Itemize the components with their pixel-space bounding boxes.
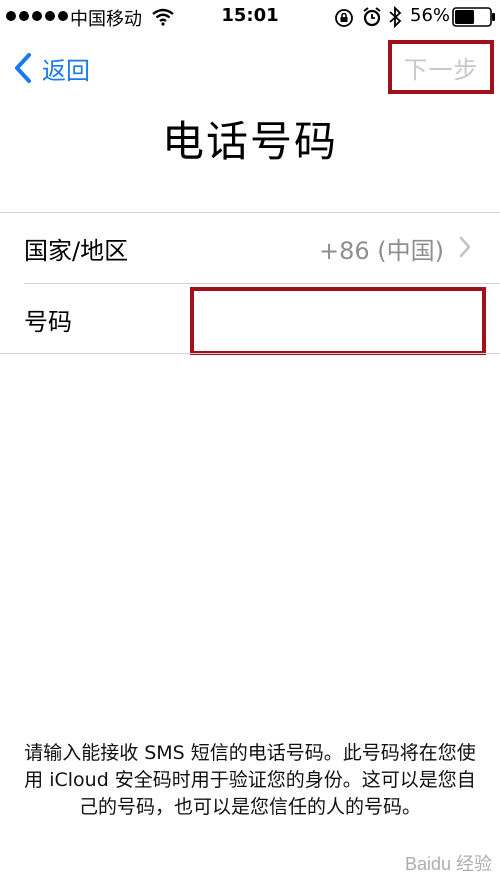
phone-number-label: 号码 (24, 308, 72, 336)
page-title: 电话号码 (161, 117, 338, 166)
next-button[interactable]: 下一步 (388, 40, 494, 94)
phone-number-input[interactable] (190, 287, 486, 355)
back-label: 返回 (42, 56, 90, 85)
battery-percent: 56% (410, 5, 451, 26)
status-bar: 中国移动 15:01 56% (0, 0, 500, 34)
country-region-row[interactable]: 国家/地区 +86 (中国) (0, 213, 500, 283)
chevron-left-icon (15, 53, 31, 83)
back-button[interactable]: 返回 (12, 48, 90, 88)
explanation-text: 请输入能接收 SMS 短信的电话号码。此号码将在您使用 iCloud 安全码时用… (24, 742, 476, 818)
next-label: 下一步 (403, 55, 479, 84)
country-code-value: +86 (中国) (318, 237, 444, 265)
chevron-right-icon (459, 236, 471, 258)
orientation-lock-icon (335, 9, 353, 27)
divider (0, 353, 500, 354)
watermark-logo: Baidu 经验 (404, 854, 492, 874)
alarm-icon (363, 7, 381, 27)
battery-icon (452, 7, 495, 27)
bluetooth-icon (389, 6, 402, 28)
country-region-label: 国家/地区 (24, 237, 129, 265)
